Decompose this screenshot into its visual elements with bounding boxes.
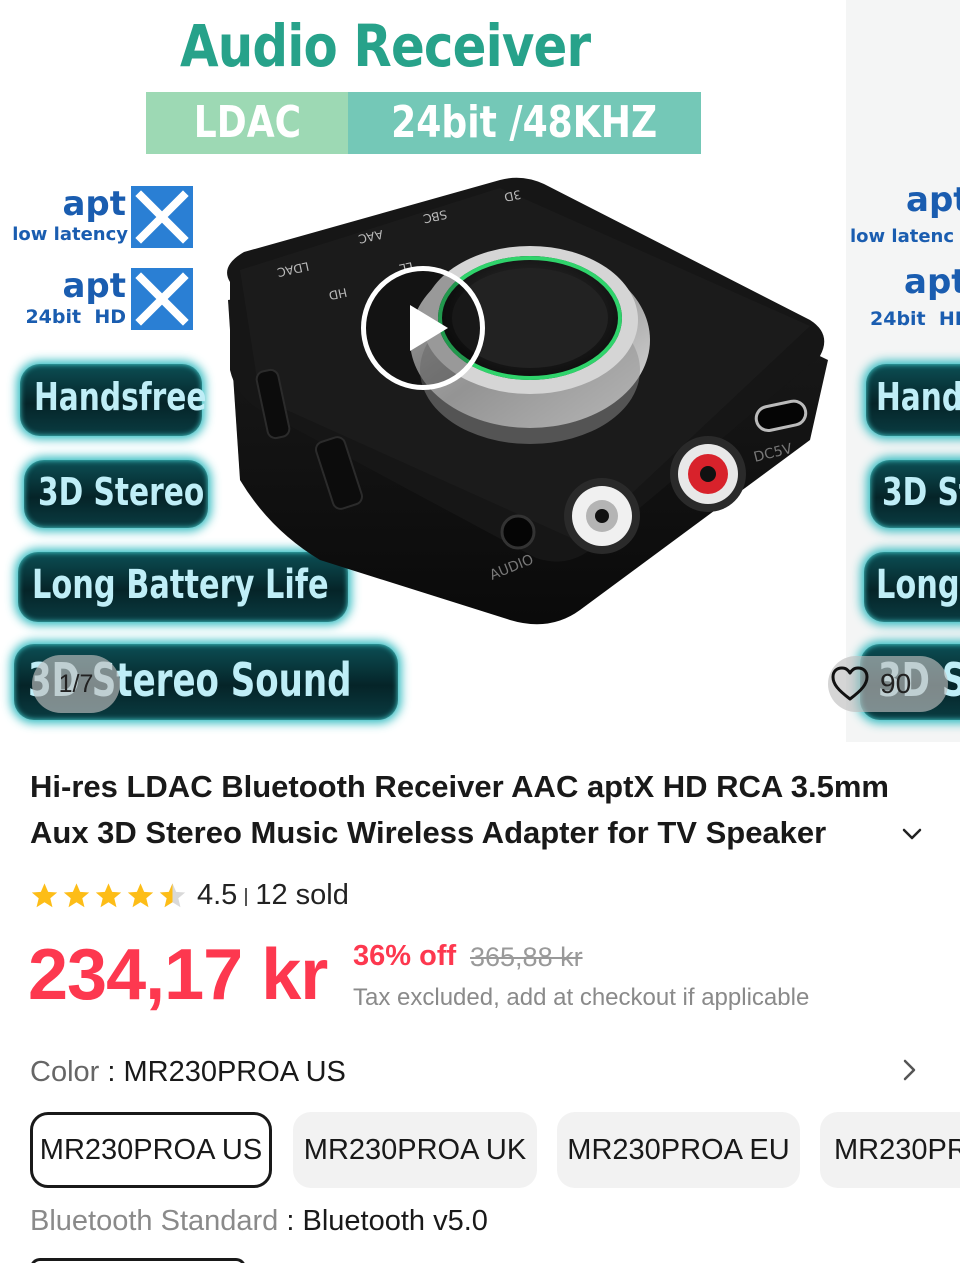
banner-title: Audio Receiver (180, 12, 591, 80)
discount-badge: 36% off (353, 940, 457, 972)
aptx-x-icon (131, 268, 193, 330)
next-slide-apt-text: apt (904, 262, 960, 302)
next-slide-pill: Hands (866, 364, 960, 436)
color-selector-label[interactable]: Color : MR230PROA US (30, 1056, 346, 1089)
color-option-more[interactable]: MR230PROA (820, 1112, 960, 1188)
expand-title-chevron-icon[interactable] (900, 822, 924, 846)
aptx-x-icon (131, 186, 193, 248)
rating-separator (245, 888, 248, 906)
image-counter: 1/7 (32, 655, 120, 713)
rating-row[interactable]: 4.5 12 sold (30, 876, 349, 914)
rating-stars (30, 881, 187, 910)
next-slide-sub-text: 24bit HI (870, 308, 960, 330)
aptx-hd-badge: apt 24bit HD (0, 266, 196, 332)
bluetooth-receiver-device-image: LDAC AAC SBC 3D HD LL DC5V AUDIO (227, 177, 828, 625)
product-image-slide-1[interactable]: Audio Receiver LDAC 24bit /48KHZ apt low… (0, 0, 846, 742)
banner-ldac: LDAC (146, 92, 348, 154)
feature-pill-3d-stereo: 3D Stereo (24, 460, 208, 528)
product-title: Hi-res LDAC Bluetooth Receiver AAC aptX … (30, 769, 889, 850)
sold-count: 12 sold (255, 878, 349, 911)
banner-bitrate: 24bit /48KHZ (348, 92, 701, 154)
next-slide-sub-text: low latenc (850, 226, 955, 247)
star-icon (95, 882, 122, 907)
next-slide-pill: 3D St (870, 460, 960, 528)
tax-note: Tax excluded, add at checkout if applica… (353, 984, 810, 1011)
bluetooth-option-selected[interactable] (30, 1258, 246, 1263)
feature-pill-handsfree: Handsfree (20, 364, 206, 436)
star-icon (63, 882, 90, 907)
play-video-button[interactable] (361, 266, 485, 390)
play-icon (410, 305, 448, 351)
original-price: 365,88 kr (470, 942, 583, 972)
sale-price: 234,17 kr (28, 935, 328, 1015)
aptx-low-latency-badge: apt low latency (0, 184, 196, 250)
color-option-eu[interactable]: MR230PROA EU (557, 1112, 800, 1188)
rating-score: 4.5 (197, 878, 238, 911)
wishlist-button[interactable]: 90 (828, 656, 948, 712)
chevron-right-icon[interactable] (898, 1056, 922, 1084)
wishlist-count: 90 (880, 668, 912, 699)
heart-icon (831, 666, 869, 701)
product-image-slide-2-peek[interactable]: apt low latenc apt 24bit HI Hands 3D St … (846, 0, 960, 742)
color-option-uk[interactable]: MR230PROA UK (293, 1112, 537, 1188)
half-star-icon (159, 882, 186, 907)
star-icon (127, 882, 154, 907)
color-option-us[interactable]: MR230PROA US (30, 1112, 272, 1188)
bluetooth-standard-label: Bluetooth Standard : Bluetooth v5.0 (30, 1205, 488, 1237)
next-slide-pill: Long (864, 552, 960, 622)
next-slide-apt-text: apt (906, 180, 960, 220)
product-image-gallery[interactable]: Audio Receiver LDAC 24bit /48KHZ apt low… (0, 0, 960, 742)
star-icon (31, 882, 58, 907)
